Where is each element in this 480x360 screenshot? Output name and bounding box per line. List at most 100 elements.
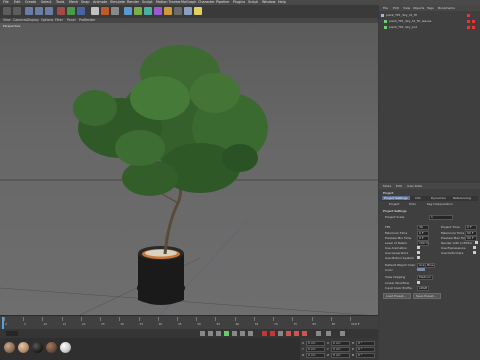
array-icon[interactable]	[154, 7, 162, 15]
field-label: Project Time	[441, 225, 460, 229]
project-time-input[interactable]: 0 F	[465, 225, 477, 230]
polygon-object-icon	[384, 26, 387, 29]
visibility-icon[interactable]	[467, 14, 470, 17]
project-scale-input[interactable]: 1	[429, 215, 453, 220]
attribute-tabs: Project Settings Info Dynamics Referenci…	[381, 196, 478, 201]
pot-body	[138, 253, 184, 305]
position-key-icon[interactable]	[286, 331, 291, 336]
coordinate-input[interactable]: 0 cm	[331, 347, 350, 352]
subtab-key-interpolation[interactable]: Key Interpolation	[427, 202, 453, 206]
move-icon[interactable]	[35, 7, 43, 15]
material-swatch[interactable]	[18, 342, 29, 353]
timeline-menu-icon[interactable]	[340, 331, 345, 336]
save-preset-button[interactable]: Save Preset...	[413, 293, 441, 299]
coordinate-input[interactable]: 0 cm	[331, 353, 350, 358]
object-row[interactable]: plant_TP1_Sky_pot	[384, 25, 478, 30]
attr-menu-mode[interactable]: Mode	[383, 184, 391, 188]
play-icon[interactable]	[224, 331, 229, 336]
attr-menu-user-data[interactable]: User Data	[407, 184, 422, 188]
use-animation-checkbox[interactable]	[417, 246, 420, 249]
use-motion-system-checkbox[interactable]	[417, 256, 420, 259]
go-to-start-icon[interactable]	[200, 331, 205, 336]
timeline-tick-label: 65	[254, 322, 259, 326]
input-color-profile-select[interactable]: sRGB	[417, 286, 429, 291]
previous-frame-icon[interactable]	[216, 331, 221, 336]
x-axis-icon[interactable]	[57, 7, 65, 15]
coordinate-input[interactable]: 0 °	[356, 353, 375, 358]
tab-project-settings[interactable]: Project Settings	[382, 196, 410, 200]
timeline-tick	[330, 317, 332, 321]
scale-icon[interactable]	[45, 7, 53, 15]
object-name: plant_TP1_Sky_ht_TP_leaves	[389, 19, 432, 23]
render-picture-viewer-icon[interactable]	[101, 7, 109, 15]
field-label: Use Deformers	[441, 251, 464, 255]
subtab-project[interactable]: Project	[389, 202, 399, 206]
use-deformers-checkbox[interactable]	[473, 251, 476, 254]
object-menu-bookmarks[interactable]: Bookmarks	[438, 6, 455, 10]
next-frame-icon[interactable]	[232, 331, 237, 336]
material-tag-icon[interactable]	[472, 26, 475, 29]
pen-icon[interactable]	[134, 7, 142, 15]
material-swatch[interactable]	[4, 342, 15, 353]
object-menu-edit[interactable]: Edit	[393, 6, 399, 10]
object-menu-objects[interactable]: Objects	[413, 6, 424, 10]
deformer-icon[interactable]	[164, 7, 172, 15]
material-swatch[interactable]	[46, 342, 57, 353]
next-key-icon[interactable]	[240, 331, 245, 336]
material-tag-icon[interactable]	[467, 20, 470, 23]
linear-workflow-checkbox[interactable]	[417, 281, 420, 284]
autokey-icon[interactable]	[270, 331, 275, 336]
go-to-end-icon[interactable]	[248, 331, 253, 336]
scene-icon[interactable]	[174, 7, 182, 15]
param-key-icon[interactable]	[316, 331, 321, 336]
cube-icon[interactable]	[124, 7, 132, 15]
material-tag-icon[interactable]	[472, 20, 475, 23]
object-menu-view[interactable]: View	[403, 6, 410, 10]
start-frame-field[interactable]	[6, 331, 18, 336]
object-menu-file[interactable]: File	[383, 6, 388, 10]
object-row[interactable]: plant_TP1_Sky_ht_TP_leaves	[384, 19, 478, 24]
use-generators-checkbox[interactable]	[417, 251, 420, 254]
previous-key-icon[interactable]	[208, 331, 213, 336]
fps-input[interactable]: 30	[417, 225, 429, 230]
coordinate-input[interactable]: 0 °	[356, 341, 375, 346]
object-menu-tags[interactable]: Tags	[427, 6, 434, 10]
view-clipping-select[interactable]: Medium	[417, 275, 433, 280]
attr-menu-edit[interactable]: Edit	[396, 184, 402, 188]
rotation-key-icon[interactable]	[302, 331, 307, 336]
live-select-icon[interactable]	[25, 7, 33, 15]
tab-referencing[interactable]: Referencing	[453, 196, 471, 200]
camera-icon[interactable]	[184, 7, 192, 15]
object-manager: File Edit View Objects Tags Bookmarks pl…	[379, 5, 480, 181]
record-icon[interactable]	[262, 331, 267, 336]
load-preset-button[interactable]: Load Preset...	[383, 293, 411, 299]
coordinate-input[interactable]: 0 cm	[306, 341, 325, 346]
material-tag-icon[interactable]	[467, 26, 470, 29]
subdivision-icon[interactable]	[144, 7, 152, 15]
coordinate-input[interactable]: 0 cm	[306, 353, 325, 358]
object-row[interactable]: plant_TP1_Sky_ht_TP	[381, 13, 478, 18]
tab-info[interactable]: Info	[415, 196, 421, 200]
scale-key-icon[interactable]	[294, 331, 299, 336]
redo-icon[interactable]	[13, 7, 21, 15]
color-swatch[interactable]	[417, 268, 425, 271]
material-swatch[interactable]	[32, 342, 43, 353]
material-swatch[interactable]	[60, 342, 71, 353]
light-icon[interactable]	[194, 7, 202, 15]
viewport-perspective[interactable]: View Cameras Display Options Filter Pane…	[0, 18, 378, 315]
y-axis-icon[interactable]	[67, 7, 75, 15]
keyframe-selection-icon[interactable]	[278, 331, 283, 336]
render-lod-checkbox[interactable]	[475, 241, 478, 244]
z-axis-icon[interactable]	[77, 7, 85, 15]
subtab-todo[interactable]: Todo	[409, 202, 416, 206]
coordinate-input[interactable]: 0 °	[356, 347, 375, 352]
point-level-key-icon[interactable]	[326, 331, 331, 336]
coordinate-input[interactable]: 0 cm	[331, 341, 350, 346]
undo-icon[interactable]	[3, 7, 11, 15]
tab-dynamics[interactable]: Dynamics	[431, 196, 446, 200]
timeline-ruler[interactable]: 0 5 10 15 20 25 30 35 40 45 50 55 60 65 70 75 80 85 90 0 F	[0, 315, 378, 330]
render-view-icon[interactable]	[91, 7, 99, 15]
use-expressions-checkbox[interactable]	[473, 246, 476, 249]
render-settings-icon[interactable]	[111, 7, 119, 15]
coordinate-input[interactable]: 0 cm	[306, 347, 325, 352]
